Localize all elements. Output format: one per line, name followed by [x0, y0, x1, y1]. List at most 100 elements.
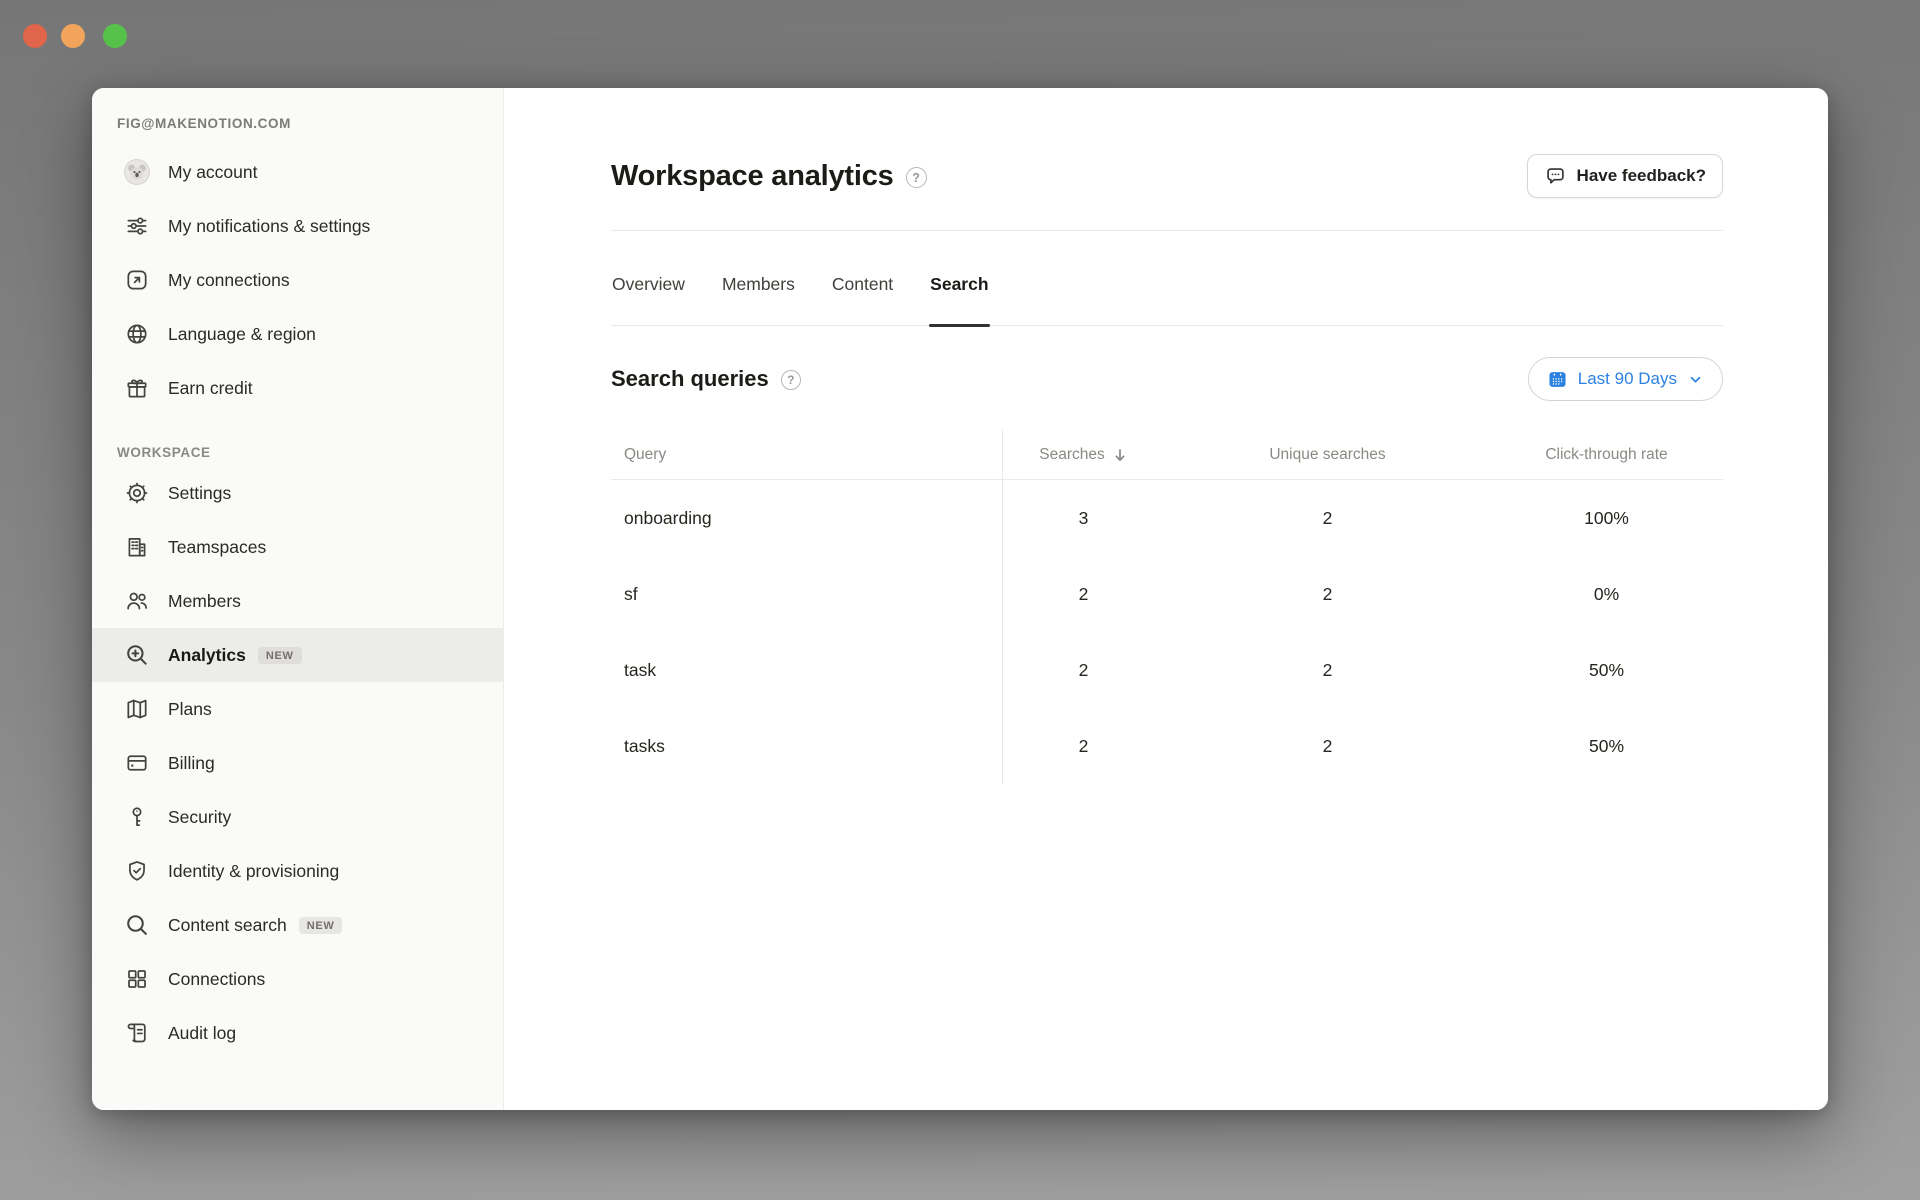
gear-icon — [124, 480, 150, 506]
fullscreen-window-button[interactable] — [103, 24, 127, 48]
ctr-cell: 50% — [1490, 660, 1723, 681]
sidebar-item-settings[interactable]: Settings — [92, 466, 503, 520]
sidebar-item-my-connections[interactable]: My connections — [92, 253, 503, 307]
sidebar-item-plans[interactable]: Plans — [92, 682, 503, 736]
sidebar-item-label: Plans — [168, 697, 212, 722]
column-header-unique-searches[interactable]: Unique searches — [1165, 446, 1490, 464]
table-header-row: Query Searches Unique searches Click-thr… — [611, 430, 1723, 480]
query-cell: sf — [611, 584, 1002, 605]
sidebar-item-connections[interactable]: Connections — [92, 952, 503, 1006]
magnifier-plus-icon — [124, 642, 150, 668]
sidebar-item-notifications-settings[interactable]: My notifications & settings — [92, 199, 503, 253]
globe-icon — [124, 321, 150, 347]
table-column-divider — [1002, 430, 1003, 784]
sidebar-item-my-account[interactable]: My account — [92, 145, 503, 199]
unique-searches-cell: 2 — [1165, 584, 1490, 605]
settings-window: FIG@MAKENOTION.COM My account — [92, 88, 1828, 1110]
key-icon — [124, 804, 150, 830]
searches-cell: 2 — [1002, 660, 1165, 681]
table-row[interactable]: sf 2 2 0% — [611, 556, 1723, 632]
sidebar-item-billing[interactable]: Billing — [92, 736, 503, 790]
help-icon[interactable]: ? — [906, 167, 927, 188]
table-row[interactable]: tasks 2 2 50% — [611, 708, 1723, 784]
sidebar-item-label: Settings — [168, 481, 231, 506]
analytics-main-panel: Workspace analytics ? Have feedback? Ove… — [504, 88, 1828, 1110]
arrow-up-right-box-icon — [124, 267, 150, 293]
searches-cell: 2 — [1002, 736, 1165, 757]
settings-sidebar: FIG@MAKENOTION.COM My account — [92, 88, 504, 1110]
unique-searches-cell: 2 — [1165, 508, 1490, 529]
speech-bubble-icon — [1544, 165, 1567, 188]
tab-content[interactable]: Content — [831, 274, 894, 325]
avatar — [124, 159, 150, 185]
sidebar-item-security[interactable]: Security — [92, 790, 503, 844]
page-title: Workspace analytics — [611, 160, 894, 193]
sidebar-item-label: My connections — [168, 268, 290, 293]
sidebar-item-content-search[interactable]: Content search NEW — [92, 898, 503, 952]
tab-overview[interactable]: Overview — [611, 274, 686, 325]
account-email: FIG@MAKENOTION.COM — [117, 116, 478, 131]
sidebar-item-label: My account — [168, 160, 257, 185]
sidebar-item-label: Audit log — [168, 1021, 236, 1046]
shield-check-icon — [124, 858, 150, 884]
sidebar-item-teamspaces[interactable]: Teamspaces — [92, 520, 503, 574]
sort-descending-icon — [1112, 447, 1128, 463]
sidebar-item-identity-provisioning[interactable]: Identity & provisioning — [92, 844, 503, 898]
new-badge: NEW — [258, 647, 302, 664]
sidebar-item-audit-log[interactable]: Audit log — [92, 1006, 503, 1060]
sidebar-item-label: Members — [168, 589, 241, 614]
sidebar-item-label: Language & region — [168, 322, 316, 347]
new-badge: NEW — [299, 917, 343, 934]
query-cell: tasks — [611, 736, 1002, 757]
table-row[interactable]: onboarding 3 2 100% — [611, 480, 1723, 556]
gift-icon — [124, 375, 150, 401]
credit-card-icon — [124, 750, 150, 776]
sidebar-item-label: Billing — [168, 751, 215, 776]
sidebar-item-earn-credit[interactable]: Earn credit — [92, 361, 503, 415]
ctr-cell: 0% — [1490, 584, 1723, 605]
sidebar-item-members[interactable]: Members — [92, 574, 503, 628]
column-header-click-through-rate[interactable]: Click-through rate — [1490, 446, 1723, 464]
minimize-window-button[interactable] — [61, 24, 85, 48]
close-window-button[interactable] — [23, 24, 47, 48]
workspace-section-label: WORKSPACE — [117, 445, 478, 460]
have-feedback-button[interactable]: Have feedback? — [1527, 154, 1723, 198]
map-icon — [124, 696, 150, 722]
tab-search[interactable]: Search — [929, 274, 989, 325]
sidebar-item-label: Identity & provisioning — [168, 859, 339, 884]
column-header-searches[interactable]: Searches — [1002, 446, 1165, 464]
sliders-icon — [124, 213, 150, 239]
date-range-dropdown[interactable]: Last 90 Days — [1528, 357, 1723, 401]
search-queries-table: Query Searches Unique searches Click-thr… — [611, 430, 1723, 784]
grid-icon — [124, 966, 150, 992]
calendar-icon — [1547, 369, 1568, 390]
sidebar-item-language-region[interactable]: Language & region — [92, 307, 503, 361]
sidebar-item-label: Connections — [168, 967, 265, 992]
magnifier-icon — [124, 912, 150, 938]
section-title: Search queries — [611, 366, 769, 392]
unique-searches-cell: 2 — [1165, 736, 1490, 757]
help-icon[interactable]: ? — [781, 370, 801, 390]
table-row[interactable]: task 2 2 50% — [611, 632, 1723, 708]
chevron-down-icon — [1687, 371, 1704, 388]
searches-cell: 3 — [1002, 508, 1165, 529]
searches-cell: 2 — [1002, 584, 1165, 605]
sidebar-item-label: Earn credit — [168, 376, 253, 401]
analytics-tabs: Overview Members Content Search — [611, 231, 1723, 326]
ctr-cell: 50% — [1490, 736, 1723, 757]
sidebar-item-label: Content search — [168, 913, 287, 938]
unique-searches-cell: 2 — [1165, 660, 1490, 681]
query-cell: task — [611, 660, 1002, 681]
sidebar-item-label: My notifications & settings — [168, 214, 370, 239]
people-icon — [124, 588, 150, 614]
column-header-query[interactable]: Query — [611, 446, 1002, 464]
ctr-cell: 100% — [1490, 508, 1723, 529]
query-cell: onboarding — [611, 508, 1002, 529]
sidebar-item-label: Teamspaces — [168, 535, 266, 560]
have-feedback-label: Have feedback? — [1577, 166, 1706, 186]
sidebar-item-analytics[interactable]: Analytics NEW — [92, 628, 503, 682]
sidebar-item-label: Security — [168, 805, 231, 830]
scroll-icon — [124, 1020, 150, 1046]
building-icon — [124, 534, 150, 560]
tab-members[interactable]: Members — [721, 274, 796, 325]
